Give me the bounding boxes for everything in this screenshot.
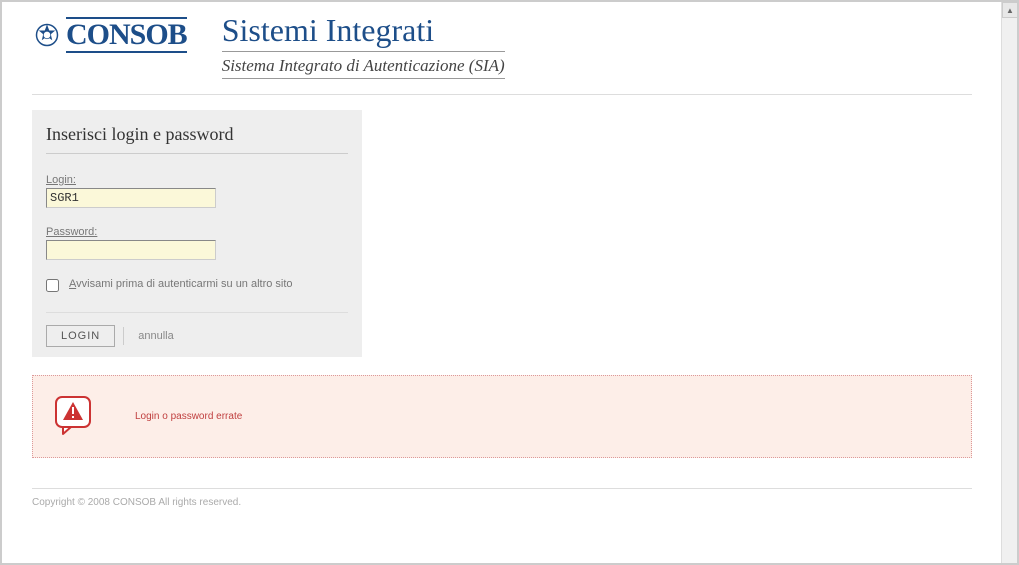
panel-heading: Inserisci login e password — [46, 124, 348, 154]
logo: CONSOB — [32, 12, 187, 53]
scrollbar[interactable]: ▲ — [1001, 2, 1017, 563]
login-panel: Inserisci login e password Login: Passwo… — [32, 110, 362, 357]
password-label: Password: — [46, 226, 348, 238]
error-message: Login o password errate — [135, 411, 242, 422]
login-input[interactable] — [46, 188, 216, 208]
emblem-icon — [32, 20, 62, 50]
login-label: Login: — [46, 174, 348, 186]
button-divider — [123, 327, 124, 345]
cancel-link[interactable]: annulla — [138, 330, 173, 342]
login-button[interactable]: LOGIN — [46, 325, 115, 347]
page-title: Sistemi Integrati — [222, 12, 505, 52]
warn-label: Avvisami prima di autenticarmi su un alt… — [69, 278, 293, 290]
warn-checkbox[interactable] — [46, 279, 59, 292]
error-icon — [53, 394, 95, 439]
scroll-up-icon[interactable]: ▲ — [1002, 2, 1018, 18]
password-input[interactable] — [46, 240, 216, 260]
page-header: CONSOB Sistemi Integrati Sistema Integra… — [32, 12, 972, 95]
logo-text: CONSOB — [66, 17, 187, 53]
footer-text: Copyright © 2008 CONSOB All rights reser… — [32, 488, 972, 508]
page-subtitle: Sistema Integrato di Autenticazione (SIA… — [222, 56, 505, 76]
error-box: Login o password errate — [32, 375, 972, 458]
title-block: Sistemi Integrati Sistema Integrato di A… — [222, 12, 505, 79]
